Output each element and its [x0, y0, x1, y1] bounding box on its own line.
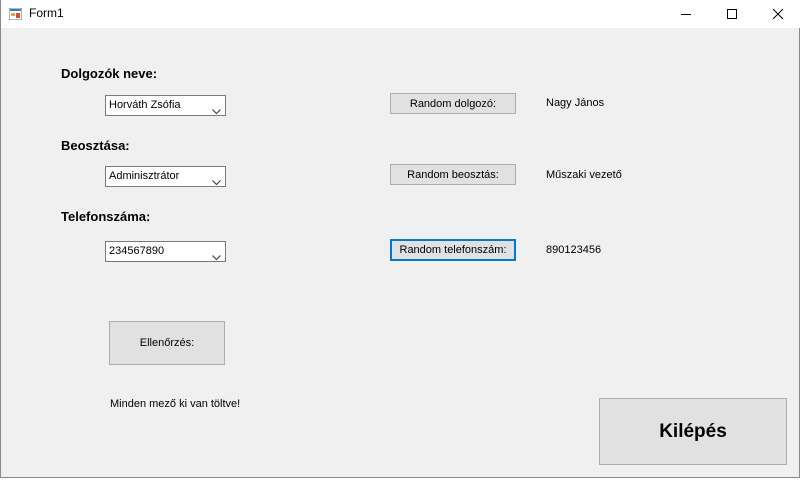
exit-button[interactable]: Kilépés — [599, 398, 787, 465]
form-window: Form1 Dolgozók neve: Horváth Zsófia Rand… — [0, 0, 801, 478]
random-employee-result: Nagy János — [546, 97, 605, 109]
position-label: Beosztása: — [61, 138, 130, 153]
title-bar[interactable]: Form1 — [1, 0, 801, 28]
minimize-button[interactable] — [663, 0, 709, 28]
random-employee-button[interactable]: Random dolgozó: — [390, 93, 516, 114]
chevron-down-icon — [212, 248, 221, 266]
winforms-app-icon — [8, 7, 23, 21]
phone-label: Telefonszáma: — [61, 209, 151, 224]
minimize-icon — [681, 9, 691, 19]
random-phone-result: 890123456 — [546, 244, 602, 256]
employee-combobox[interactable]: Horváth Zsófia — [105, 95, 226, 116]
position-combobox-value: Adminisztrátor — [109, 170, 180, 182]
position-combobox[interactable]: Adminisztrátor — [105, 166, 226, 187]
random-position-result: Műszaki vezető — [546, 169, 622, 181]
maximize-button[interactable] — [709, 0, 755, 28]
maximize-icon — [727, 9, 737, 19]
window-title: Form1 — [29, 6, 64, 20]
check-button[interactable]: Ellenőrzés: — [109, 321, 225, 365]
close-icon — [773, 9, 783, 19]
employee-combobox-value: Horváth Zsófia — [109, 99, 181, 111]
phone-combobox[interactable]: 234567890 — [105, 241, 226, 262]
chevron-down-icon — [212, 173, 221, 191]
chevron-down-icon — [212, 102, 221, 120]
random-phone-button[interactable]: Random telefonszám: — [390, 239, 516, 261]
status-message: Minden mező ki van töltve! — [110, 398, 241, 410]
phone-combobox-value: 234567890 — [109, 245, 165, 257]
random-position-button[interactable]: Random beosztás: — [390, 164, 516, 185]
close-button[interactable] — [755, 0, 801, 28]
employee-label: Dolgozók neve: — [61, 66, 158, 81]
